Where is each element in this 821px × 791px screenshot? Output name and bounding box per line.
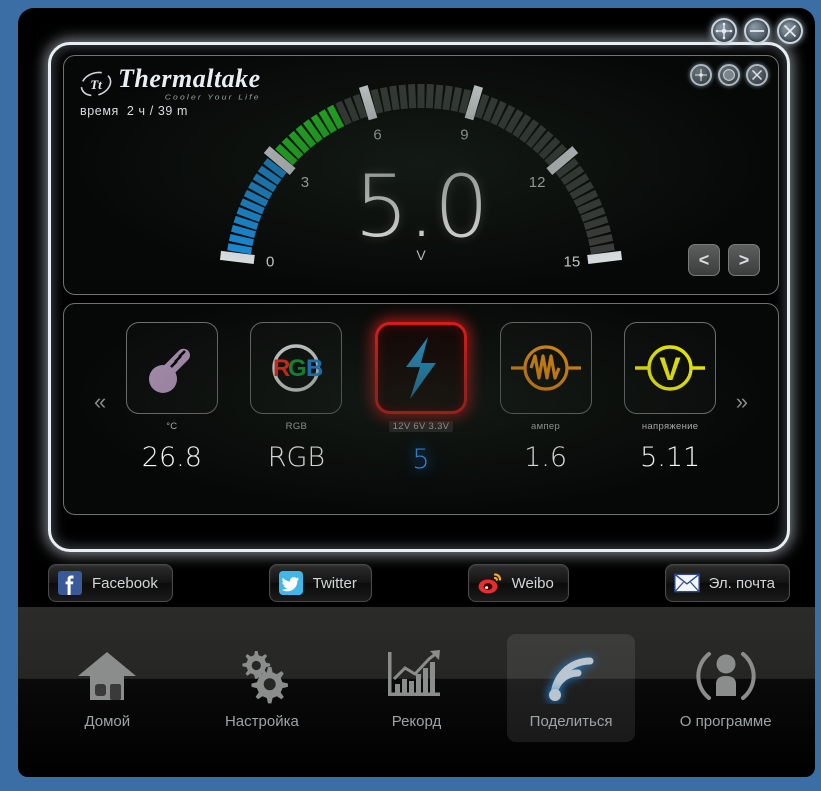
email-button[interactable]: Эл. почта bbox=[664, 564, 790, 602]
sensor-icon-box[interactable]: V bbox=[624, 322, 717, 414]
sensor-icon-box[interactable] bbox=[499, 322, 592, 414]
uptime-label: время bbox=[80, 104, 119, 118]
nav-label: Домой bbox=[84, 712, 131, 730]
sensor-cell-voltage-rail[interactable]: 12V 6V 3.3V 5 bbox=[362, 322, 480, 475]
nav-item-home[interactable]: Домой bbox=[43, 634, 171, 742]
bottom-navigation: Домой Настройка Рекорд Поделиться О прог… bbox=[18, 607, 815, 777]
rss-share-icon bbox=[540, 647, 602, 705]
panel-close-button[interactable] bbox=[746, 64, 768, 86]
lightning-bolt-icon bbox=[405, 337, 436, 399]
facebook-button[interactable]: Facebook bbox=[48, 564, 173, 602]
gauge-prev-button[interactable]: < bbox=[688, 244, 720, 276]
svg-text:12: 12 bbox=[529, 174, 546, 191]
main-display-bezel: Tt Thermaltake Cooler Your Life время 2 ч… bbox=[48, 42, 790, 552]
panel-move-button[interactable] bbox=[690, 64, 712, 86]
twitter-label: Twitter bbox=[312, 574, 357, 592]
sensor-cell-temperature[interactable]: °C 26.8 bbox=[113, 322, 231, 473]
sensor-strip-panel: « °C 26.8 R G B RGB RGB 12V 6V 3.3V 5 ам… bbox=[63, 303, 779, 515]
strip-next-button[interactable]: » bbox=[736, 389, 748, 415]
brand-logo: Tt Thermaltake Cooler Your Life bbox=[78, 66, 261, 102]
social-share-row: Facebook Twitter Weibo Эл. почта bbox=[48, 562, 790, 604]
panel-restore-button[interactable] bbox=[718, 64, 740, 86]
sensor-strip: « °C 26.8 R G B RGB RGB 12V 6V 3.3V 5 ам… bbox=[94, 322, 748, 504]
weibo-icon bbox=[478, 573, 501, 594]
twitter-icon bbox=[278, 571, 303, 595]
svg-text:6: 6 bbox=[373, 126, 381, 143]
sensor-value: 1.6 bbox=[524, 442, 568, 473]
sensor-label: RGB bbox=[285, 421, 308, 432]
svg-text:15: 15 bbox=[564, 253, 581, 270]
uptime-value: 2 ч / 39 m bbox=[126, 104, 189, 118]
gauge-prev-label: < bbox=[698, 250, 710, 270]
about-person-icon bbox=[695, 647, 757, 705]
svg-text:Tt: Tt bbox=[90, 77, 102, 92]
close-button[interactable] bbox=[777, 18, 803, 44]
sensor-label: °C bbox=[166, 421, 178, 432]
gauge-next-button[interactable]: > bbox=[728, 244, 760, 276]
sensor-label: ампер bbox=[531, 421, 561, 432]
thermaltake-logo-icon: Tt bbox=[78, 68, 114, 100]
facebook-label: Facebook bbox=[92, 574, 158, 592]
twitter-button[interactable]: Twitter bbox=[268, 564, 372, 602]
sensor-icon-box[interactable] bbox=[374, 322, 467, 414]
rgb-circle-icon: R G B bbox=[272, 344, 324, 392]
minimize-button[interactable] bbox=[744, 18, 770, 44]
svg-text:V: V bbox=[659, 351, 681, 387]
weibo-button[interactable]: Weibo bbox=[467, 564, 569, 602]
sensor-icon-box[interactable]: R G B bbox=[250, 322, 343, 414]
nav-label: Рекорд bbox=[391, 712, 442, 730]
window-body: Tt Thermaltake Cooler Your Life время 2 ч… bbox=[18, 8, 815, 777]
resistor-circle-icon bbox=[510, 345, 581, 391]
chart-icon bbox=[385, 647, 447, 705]
move-button[interactable] bbox=[711, 18, 737, 44]
home-icon bbox=[76, 647, 138, 705]
email-icon bbox=[673, 573, 700, 593]
facebook-icon bbox=[58, 571, 82, 595]
svg-text:B: B bbox=[306, 355, 323, 382]
sensor-value: RGB bbox=[267, 442, 326, 473]
sensor-cell-ampere[interactable]: ампер 1.6 bbox=[487, 322, 605, 473]
nav-label: О программе bbox=[679, 712, 772, 730]
voltmeter-icon: V bbox=[635, 345, 706, 391]
nav-items: Домой Настройка Рекорд Поделиться О прог… bbox=[18, 607, 815, 777]
svg-text:G: G bbox=[288, 355, 307, 382]
sensor-label: напряжение bbox=[641, 421, 699, 432]
sensor-value: 26.8 bbox=[141, 442, 202, 473]
sensor-cell-voltage[interactable]: V напряжение 5.11 bbox=[611, 322, 729, 473]
uptime-status: время 2 ч / 39 m bbox=[80, 104, 188, 118]
strip-prev-button[interactable]: « bbox=[94, 389, 106, 415]
gauge-next-label: > bbox=[738, 250, 750, 270]
nav-label: Настройка bbox=[224, 712, 299, 730]
sensor-value: 5 bbox=[412, 444, 430, 475]
svg-text:0: 0 bbox=[266, 253, 274, 270]
nav-label: Поделиться bbox=[529, 712, 613, 730]
email-label: Эл. почта bbox=[708, 574, 775, 592]
brand-name: Thermaltake bbox=[118, 64, 261, 93]
application-window: Tt Thermaltake Cooler Your Life время 2 ч… bbox=[0, 0, 821, 791]
gears-icon bbox=[231, 647, 293, 705]
sensor-cell-rgb[interactable]: R G B RGB RGB bbox=[237, 322, 355, 473]
thermometer-icon bbox=[148, 348, 190, 393]
nav-item-about[interactable]: О программе bbox=[662, 634, 790, 742]
brand-tagline: Cooler Your Life bbox=[164, 92, 261, 102]
sensor-value: 5.11 bbox=[640, 442, 701, 473]
gauge-panel: Tt Thermaltake Cooler Your Life время 2 ч… bbox=[63, 55, 779, 295]
gauge-value: 5.0 bbox=[354, 157, 489, 257]
window-controls bbox=[711, 18, 803, 44]
nav-item-record[interactable]: Рекорд bbox=[352, 634, 480, 742]
sensor-label: 12V 6V 3.3V bbox=[388, 421, 454, 432]
nav-item-share[interactable]: Поделиться bbox=[507, 634, 636, 742]
svg-text:3: 3 bbox=[301, 174, 309, 191]
svg-text:9: 9 bbox=[460, 126, 468, 143]
gauge-nav-arrows: < > bbox=[688, 244, 760, 276]
weibo-label: Weibo bbox=[511, 574, 554, 592]
panel-controls bbox=[690, 64, 768, 86]
gauge-readout: 5.0 V bbox=[354, 157, 489, 262]
sensor-icon-box[interactable] bbox=[125, 322, 218, 414]
nav-item-settings[interactable]: Настройка bbox=[198, 634, 326, 742]
